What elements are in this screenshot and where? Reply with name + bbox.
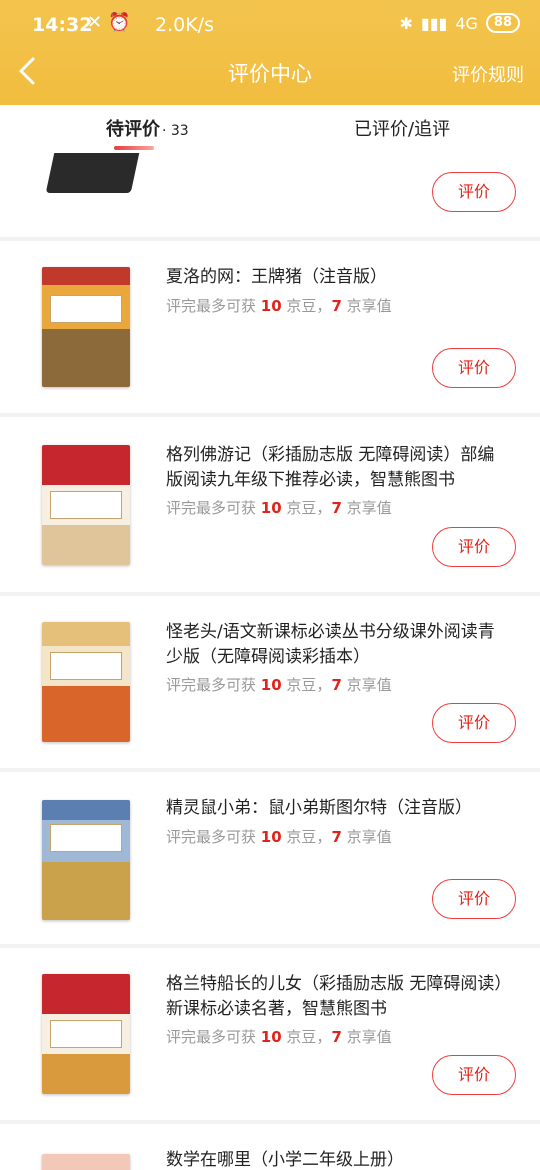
tab-reviewed[interactable]: 已评价/追评 bbox=[354, 115, 450, 141]
list-item: 格列佛游记（彩插励志版 无障碍阅读）部编版阅读九年级下推荐必读，智慧熊图书 评完… bbox=[0, 417, 540, 592]
review-rules-link[interactable]: 评价规则 bbox=[452, 61, 524, 87]
reward-info: 评完最多可获 10 京豆，7 京享值 bbox=[166, 828, 392, 846]
review-button[interactable]: 评价 bbox=[432, 348, 516, 388]
review-button[interactable]: 评价 bbox=[432, 1055, 516, 1095]
reward-info: 评完最多可获 10 京豆，7 京享值 bbox=[166, 499, 392, 517]
status-right: ✱ ▮▮▮ 4G 88 bbox=[399, 13, 520, 33]
bluetooth-icon: ✱ bbox=[399, 13, 413, 33]
network-type: 4G bbox=[455, 13, 478, 33]
book-cover bbox=[42, 1154, 130, 1170]
review-button[interactable]: 评价 bbox=[432, 703, 516, 743]
reward-info: 评完最多可获 10 京豆，7 京享值 bbox=[166, 676, 392, 694]
book-title[interactable]: 怪老头/语文新课标必读丛书分级课外阅读青少版（无障碍阅读彩插本） bbox=[166, 620, 511, 670]
book-cover bbox=[42, 267, 130, 387]
list-item: 精灵鼠小弟：鼠小弟斯图尔特（注音版） 评完最多可获 10 京豆，7 京享值 评价 bbox=[0, 772, 540, 944]
list-item: 格兰特船长的儿女（彩插励志版 无障碍阅读）新课标必读名著，智慧熊图书 评完最多可… bbox=[0, 948, 540, 1120]
battery-indicator: 88 bbox=[485, 13, 520, 33]
tab-pending-review[interactable]: 待评价 · 33 bbox=[106, 115, 189, 141]
status-bar: 14:32 ✕ ⏰ 2.0K/s ✱ ▮▮▮ 4G 88 bbox=[0, 0, 540, 50]
tab-pending-count: · 33 bbox=[162, 123, 189, 139]
status-icons: ✕ ⏰ bbox=[87, 12, 131, 33]
product-image bbox=[45, 153, 140, 193]
list-item: 怪老头/语文新课标必读丛书分级课外阅读青少版（无障碍阅读彩插本） 评完最多可获 … bbox=[0, 596, 540, 768]
review-button[interactable]: 评价 bbox=[432, 527, 516, 567]
book-title[interactable]: 格兰特船长的儿女（彩插励志版 无障碍阅读）新课标必读名著，智慧熊图书 bbox=[166, 972, 511, 1022]
tab-pending-label: 待评价 bbox=[106, 119, 160, 140]
book-title[interactable]: 夏洛的网：王牌猪（注音版） bbox=[166, 265, 511, 290]
review-button[interactable]: 评价 bbox=[432, 879, 516, 919]
list-item: 夏洛的网：王牌猪（注音版） 评完最多可获 10 京豆，7 京享值 评价 bbox=[0, 241, 540, 413]
tab-bar: 待评价 · 33 已评价/追评 bbox=[0, 105, 540, 153]
active-tab-indicator bbox=[114, 146, 154, 150]
status-time: 14:32 bbox=[32, 14, 93, 36]
book-cover bbox=[42, 974, 130, 1094]
book-title[interactable]: 数学在哪里（小学二年级上册） bbox=[166, 1148, 511, 1170]
mute-icon: ✕ bbox=[87, 12, 103, 33]
reward-info: 评完最多可获 10 京豆，7 京享值 bbox=[166, 297, 392, 315]
list-item: 评价 bbox=[0, 153, 540, 237]
book-cover bbox=[42, 800, 130, 920]
book-cover bbox=[42, 622, 130, 742]
signal-icon: ▮▮▮ bbox=[420, 13, 448, 33]
list-item: 数学在哪里（小学二年级上册） bbox=[0, 1124, 540, 1170]
network-speed: 2.0K/s bbox=[155, 14, 214, 36]
book-cover bbox=[42, 445, 130, 565]
reward-info: 评完最多可获 10 京豆，7 京享值 bbox=[166, 1028, 392, 1046]
review-button[interactable]: 评价 bbox=[432, 172, 516, 212]
book-title[interactable]: 格列佛游记（彩插励志版 无障碍阅读）部编版阅读九年级下推荐必读，智慧熊图书 bbox=[166, 443, 511, 493]
header-bar: 14:32 ✕ ⏰ 2.0K/s ✱ ▮▮▮ 4G 88 评价中心 评价规则 bbox=[0, 0, 540, 105]
alarm-icon: ⏰ bbox=[108, 12, 131, 33]
book-title[interactable]: 精灵鼠小弟：鼠小弟斯图尔特（注音版） bbox=[166, 796, 511, 821]
